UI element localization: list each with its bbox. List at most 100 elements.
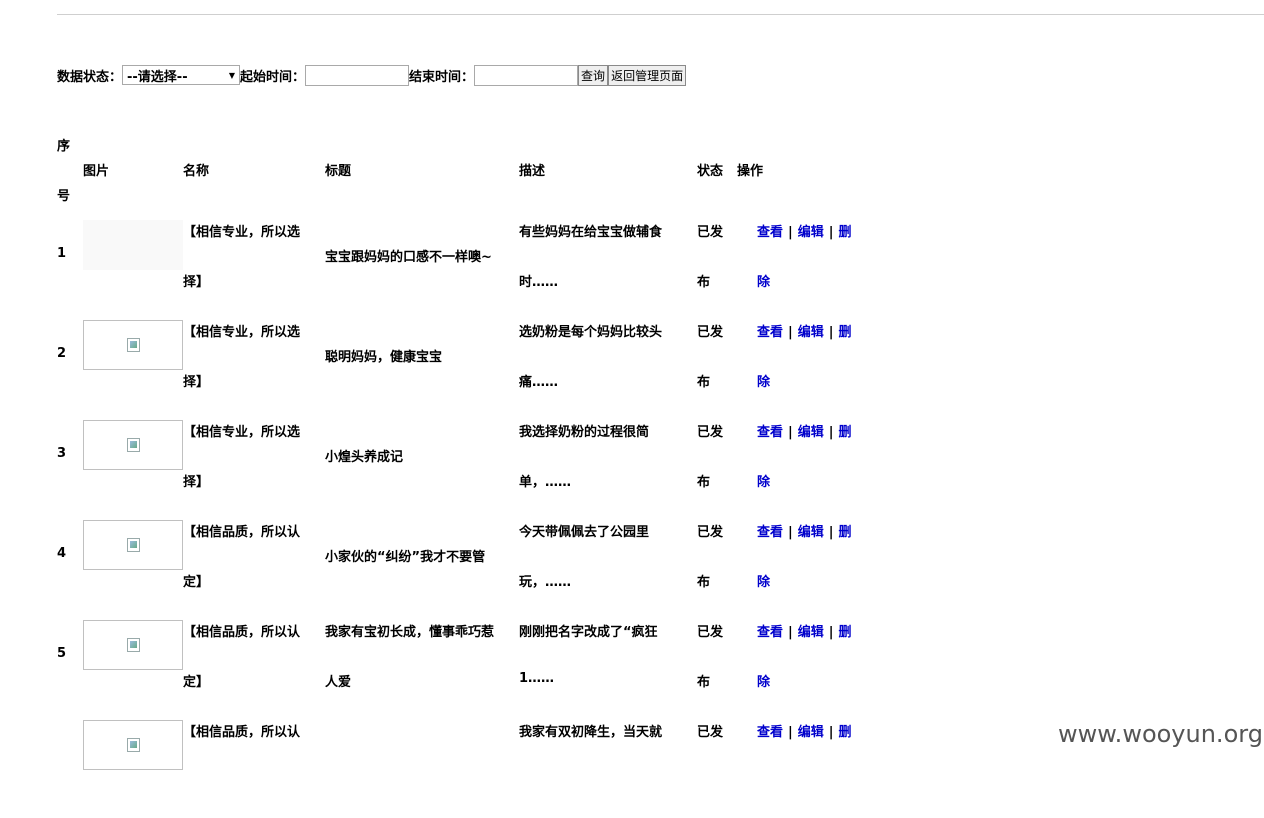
delete-link-cont[interactable]: 除 — [757, 571, 770, 590]
back-to-admin-button[interactable]: 返回管理页面 — [608, 64, 687, 86]
row-name-cont: 择】 — [183, 275, 210, 290]
row-desc: 我选择奶粉的过程很简 — [519, 425, 650, 440]
delete-link-cont[interactable]: 除 — [757, 671, 770, 690]
end-time-label: 结束时间： — [409, 69, 475, 85]
separator: | — [828, 725, 834, 740]
row-image — [83, 220, 183, 270]
delete-link[interactable]: 删 — [839, 725, 852, 740]
broken-image-icon — [127, 438, 140, 452]
start-time-label: 起始时间： — [240, 69, 306, 85]
edit-link[interactable]: 编辑 — [798, 625, 824, 640]
delete-link-cont[interactable]: 除 — [757, 271, 770, 290]
row-title: 宝宝跟妈妈的口感不一样噢~ — [325, 250, 492, 265]
row-title: 小家伙的“纠纷”我才不要管 — [325, 550, 486, 565]
row-desc: 有些妈妈在给宝宝做辅食 — [519, 225, 663, 240]
row-status: 已发 — [697, 325, 724, 340]
separator: | — [788, 325, 793, 340]
row-name: 【相信品质，所以认 — [183, 525, 301, 540]
row-desc-cont: 时…… — [519, 275, 559, 290]
edit-link[interactable]: 编辑 — [798, 725, 824, 740]
header-desc: 描述 — [519, 164, 546, 179]
row-status: 已发 — [697, 425, 724, 440]
row-index: 3 — [57, 446, 67, 461]
status-select[interactable]: --请选择-- ▼ — [122, 65, 241, 85]
row-image — [83, 420, 183, 470]
row-status: 已发 — [697, 725, 724, 740]
row-name: 【相信专业，所以选 — [183, 225, 301, 240]
delete-link-cont[interactable]: 除 — [757, 371, 770, 390]
dropdown-arrow-icon: ▼ — [228, 70, 236, 80]
row-actions: 查看 | 编辑 | 删 — [757, 421, 852, 440]
end-time-input[interactable] — [474, 64, 579, 86]
watermark: www.wooyun.org — [1058, 720, 1263, 748]
row-status-cont: 布 — [697, 675, 711, 690]
broken-image-icon — [127, 738, 140, 752]
header-status: 状态 — [697, 164, 724, 179]
view-link[interactable]: 查看 — [757, 725, 783, 740]
separator: | — [788, 725, 793, 740]
start-time-input[interactable] — [305, 64, 410, 86]
row-status: 已发 — [697, 525, 724, 540]
delete-link[interactable]: 删 — [839, 225, 852, 240]
row-status: 已发 — [697, 225, 724, 240]
row-name: 【相信品质，所以认 — [183, 625, 301, 640]
delete-link[interactable]: 删 — [839, 325, 852, 340]
separator: | — [828, 325, 834, 340]
status-label: 数据状态： — [57, 69, 123, 85]
top-divider — [57, 14, 1264, 15]
row-image — [83, 320, 183, 370]
row-status-cont: 布 — [697, 475, 711, 490]
row-name-cont: 定】 — [183, 675, 210, 690]
row-name: 【相信品质，所以认 — [183, 725, 301, 740]
broken-image-icon — [127, 638, 140, 652]
view-link[interactable]: 查看 — [757, 425, 783, 440]
row-actions: 查看 | 编辑 | 删 — [757, 621, 852, 640]
row-desc: 选奶粉是每个妈妈比较头 — [519, 325, 663, 340]
delete-link[interactable]: 删 — [839, 625, 852, 640]
row-name: 【相信专业，所以选 — [183, 325, 301, 340]
edit-link[interactable]: 编辑 — [798, 525, 824, 540]
query-button[interactable]: 查询 — [578, 64, 609, 86]
row-title: 聪明妈妈，健康宝宝 — [325, 350, 443, 365]
row-status-cont: 布 — [697, 275, 711, 290]
filter-bar: 数据状态： --请选择-- ▼ 起始时间： 结束时间： 查询 返回管理页面 — [57, 64, 687, 86]
delete-link[interactable]: 删 — [839, 425, 852, 440]
row-desc: 我家有双初降生，当天就 — [519, 725, 663, 740]
header-action: 操作 — [737, 164, 764, 179]
row-desc-cont: 单，…… — [519, 475, 572, 490]
delete-link[interactable]: 删 — [839, 525, 852, 540]
row-name-cont: 定】 — [183, 575, 210, 590]
view-link[interactable]: 查看 — [757, 325, 783, 340]
row-desc-cont: 痛…… — [519, 375, 559, 390]
delete-link-cont[interactable]: 除 — [757, 471, 770, 490]
row-index: 2 — [57, 346, 67, 361]
header-name: 名称 — [183, 164, 210, 179]
row-title-cont: 人爱 — [325, 675, 352, 690]
broken-image-icon — [127, 338, 140, 352]
separator: | — [788, 225, 793, 240]
row-desc: 今天带佩佩去了公园里 — [519, 525, 650, 540]
view-link[interactable]: 查看 — [757, 525, 783, 540]
row-status-cont: 布 — [697, 375, 711, 390]
row-actions: 查看 | 编辑 | 删 — [757, 521, 852, 540]
status-select-value: --请选择-- — [127, 69, 188, 85]
row-index: 4 — [57, 546, 67, 561]
row-desc-cont: 1…… — [519, 671, 555, 686]
row-image — [83, 620, 183, 670]
edit-link[interactable]: 编辑 — [798, 225, 824, 240]
row-title: 小煌头养成记 — [325, 450, 404, 465]
separator: | — [828, 425, 834, 440]
separator: | — [828, 625, 834, 640]
header-index-1: 序 — [57, 139, 71, 154]
separator: | — [788, 525, 793, 540]
row-desc-cont: 玩，…… — [519, 575, 572, 590]
edit-link[interactable]: 编辑 — [798, 425, 824, 440]
edit-link[interactable]: 编辑 — [798, 325, 824, 340]
row-actions: 查看 | 编辑 | 删 — [757, 721, 852, 740]
separator: | — [828, 525, 834, 540]
row-name-cont: 择】 — [183, 475, 210, 490]
separator: | — [828, 225, 834, 240]
view-link[interactable]: 查看 — [757, 225, 783, 240]
view-link[interactable]: 查看 — [757, 625, 783, 640]
header-image: 图片 — [83, 164, 110, 179]
